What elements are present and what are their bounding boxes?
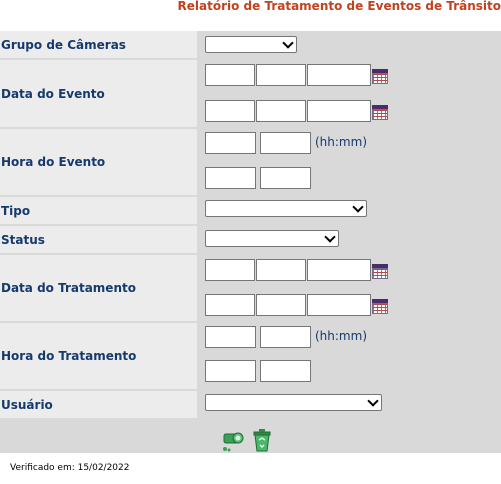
hora-tratamento-label: Hora do Tratamento — [0, 323, 197, 389]
time-format-hint: (hh:mm) — [315, 329, 367, 343]
data-tratamento-ate-mes[interactable] — [256, 294, 306, 316]
calendar-icon[interactable] — [372, 264, 388, 279]
time-format-hint: (hh:mm) — [315, 135, 367, 149]
status-label: Status — [0, 226, 197, 253]
usuario-select[interactable] — [205, 394, 382, 411]
status-select[interactable] — [205, 230, 339, 247]
recycle-bin-icon[interactable] — [252, 428, 272, 452]
data-tratamento-label: Data do Tratamento — [0, 255, 197, 321]
chevron-down-icon — [367, 395, 379, 407]
hora-evento-ate-hora[interactable] — [205, 167, 256, 189]
chevron-down-icon — [352, 201, 364, 213]
hora-evento-de-minuto[interactable] — [260, 132, 311, 154]
hora-evento-de-hora[interactable] — [205, 132, 256, 154]
chevron-down-icon — [282, 37, 294, 49]
usuario-label: Usuário — [0, 391, 197, 418]
data-tratamento-de-mes[interactable] — [256, 259, 306, 281]
report-form: Grupo de Câmeras Data do Evento Hora do … — [0, 31, 501, 453]
hora-evento-label: Hora do Evento — [0, 129, 197, 195]
data-evento-de-ano[interactable] — [307, 64, 371, 86]
hora-tratamento-ate-hora[interactable] — [205, 360, 256, 382]
calendar-icon[interactable] — [372, 105, 388, 120]
data-evento-de-mes[interactable] — [256, 64, 306, 86]
verification-date: Verificado em: 15/02/2022 — [10, 463, 130, 473]
data-tratamento-de-ano[interactable] — [307, 259, 371, 281]
grupo-label: Grupo de Câmeras — [0, 31, 197, 58]
chevron-down-icon — [324, 231, 336, 243]
hora-tratamento-de-minuto[interactable] — [260, 326, 311, 348]
hora-tratamento-de-hora[interactable] — [205, 326, 256, 348]
hora-tratamento-ate-minuto[interactable] — [260, 360, 311, 382]
report-title: Relatório de Tratamento de Eventos de Tr… — [177, 0, 501, 13]
grupo-select[interactable] — [205, 36, 297, 53]
data-evento-ate-ano[interactable] — [307, 100, 371, 122]
data-evento-ate-dia[interactable] — [205, 100, 255, 122]
data-tratamento-ate-dia[interactable] — [205, 294, 255, 316]
calendar-icon[interactable] — [372, 299, 388, 314]
tipo-label: Tipo — [0, 197, 197, 224]
hora-evento-ate-minuto[interactable] — [260, 167, 311, 189]
data-evento-label: Data do Evento — [0, 60, 197, 127]
data-tratamento-ate-ano[interactable] — [307, 294, 371, 316]
calendar-icon[interactable] — [372, 69, 388, 84]
data-tratamento-de-dia[interactable] — [205, 259, 255, 281]
tipo-select[interactable] — [205, 200, 367, 217]
search-camera-icon[interactable] — [222, 430, 246, 452]
data-evento-ate-mes[interactable] — [256, 100, 306, 122]
data-evento-de-dia[interactable] — [205, 64, 255, 86]
